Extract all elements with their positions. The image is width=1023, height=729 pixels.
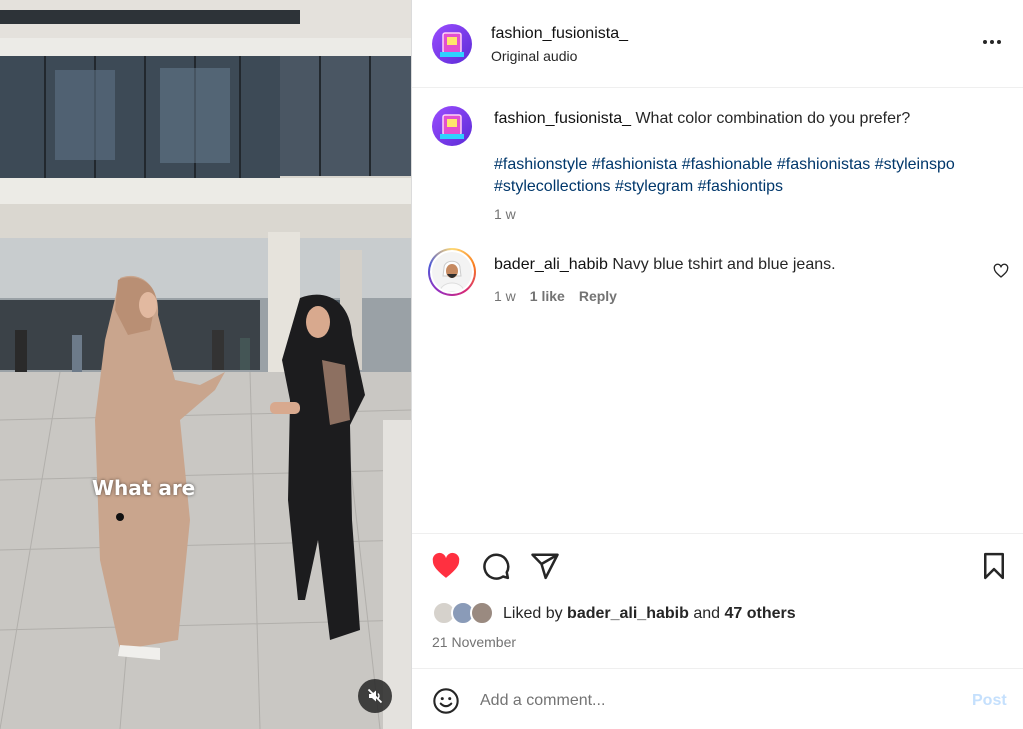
save-bookmark-icon[interactable]	[979, 551, 1009, 581]
comment-timestamp[interactable]: 1 w	[494, 288, 516, 304]
comment-like-heart-icon[interactable]	[993, 263, 1009, 279]
add-comment-bar: Post	[412, 668, 1023, 729]
reply-button[interactable]: Reply	[579, 288, 617, 304]
hashtag-link[interactable]: #fashionstyle	[494, 156, 587, 173]
like-heart-filled-icon[interactable]	[431, 551, 461, 581]
commenter-username[interactable]: bader_ali_habib	[494, 256, 608, 273]
hashtag-link[interactable]: #fashiontips	[698, 178, 783, 195]
liker-avatars[interactable]	[432, 601, 498, 627]
hashtag-link[interactable]: #styleinspo	[875, 156, 955, 173]
mute-button[interactable]	[358, 679, 392, 713]
share-paper-plane-icon[interactable]	[530, 551, 560, 581]
post-header: fashion_fusionista_ Original audio	[412, 0, 1023, 88]
hashtag-link[interactable]: #stylegram	[615, 178, 693, 195]
comment-body: Navy blue tshirt and blue jeans.	[612, 256, 836, 273]
caption-timestamp[interactable]: 1 w	[494, 206, 516, 222]
post-date[interactable]: 21 November	[432, 634, 516, 650]
emoji-smile-icon[interactable]	[432, 687, 460, 715]
post-comment-button[interactable]: Post	[972, 692, 1007, 710]
liker-avatar	[470, 601, 494, 625]
hashtag-link[interactable]: #fashionable	[682, 156, 773, 173]
liked-by-and: and	[693, 605, 721, 622]
comment-item: bader_ali_habib Navy blue tshirt and blu…	[412, 246, 1023, 316]
commenter-story-ring[interactable]	[428, 248, 476, 296]
caption-username[interactable]: fashion_fusionista_	[494, 110, 631, 127]
hashtag-link[interactable]: #stylecollections	[494, 178, 611, 195]
reel-video[interactable]: What are	[0, 0, 411, 729]
commenter-avatar[interactable]	[432, 252, 472, 292]
comment-likes[interactable]: 1 like	[530, 288, 565, 304]
post-details-pane: fashion_fusionista_ Original audio fashi…	[412, 0, 1023, 729]
comment-bubble-icon[interactable]	[481, 551, 511, 581]
audio-label[interactable]: Original audio	[491, 48, 577, 64]
post-actions: Liked by bader_ali_habib and 47 others 2…	[412, 533, 1023, 668]
more-horizontal-icon	[983, 40, 1001, 44]
caption-text-line: fashion_fusionista_ What color combinati…	[494, 110, 910, 128]
caption-hashtags: #fashionstyle #fashionista #fashionable …	[494, 154, 1004, 198]
comment-meta: 1 w 1 like Reply	[494, 288, 617, 304]
hashtag-link[interactable]: #fashionista	[592, 156, 677, 173]
author-username[interactable]: fashion_fusionista_	[491, 25, 628, 43]
more-options-button[interactable]	[978, 30, 1006, 54]
speaker-muted-icon	[367, 688, 383, 704]
caption-author-avatar[interactable]	[432, 106, 472, 146]
liked-by-others[interactable]: 47 others	[724, 605, 795, 622]
liked-by-username[interactable]: bader_ali_habib	[567, 605, 689, 622]
liked-by-row: Liked by bader_ali_habib and 47 others	[432, 601, 796, 627]
hashtag-link[interactable]: #fashionistas	[777, 156, 870, 173]
video-frame	[0, 0, 411, 729]
liked-by-text: Liked by bader_ali_habib and 47 others	[503, 605, 796, 623]
comment-input[interactable]	[480, 687, 950, 715]
caption-body: What color combination do you prefer?	[635, 110, 911, 127]
video-caption-text: What are	[92, 476, 196, 500]
liked-by-prefix: Liked by	[503, 605, 563, 622]
comment-text-line: bader_ali_habib Navy blue tshirt and blu…	[494, 256, 836, 274]
author-avatar[interactable]	[432, 24, 472, 64]
